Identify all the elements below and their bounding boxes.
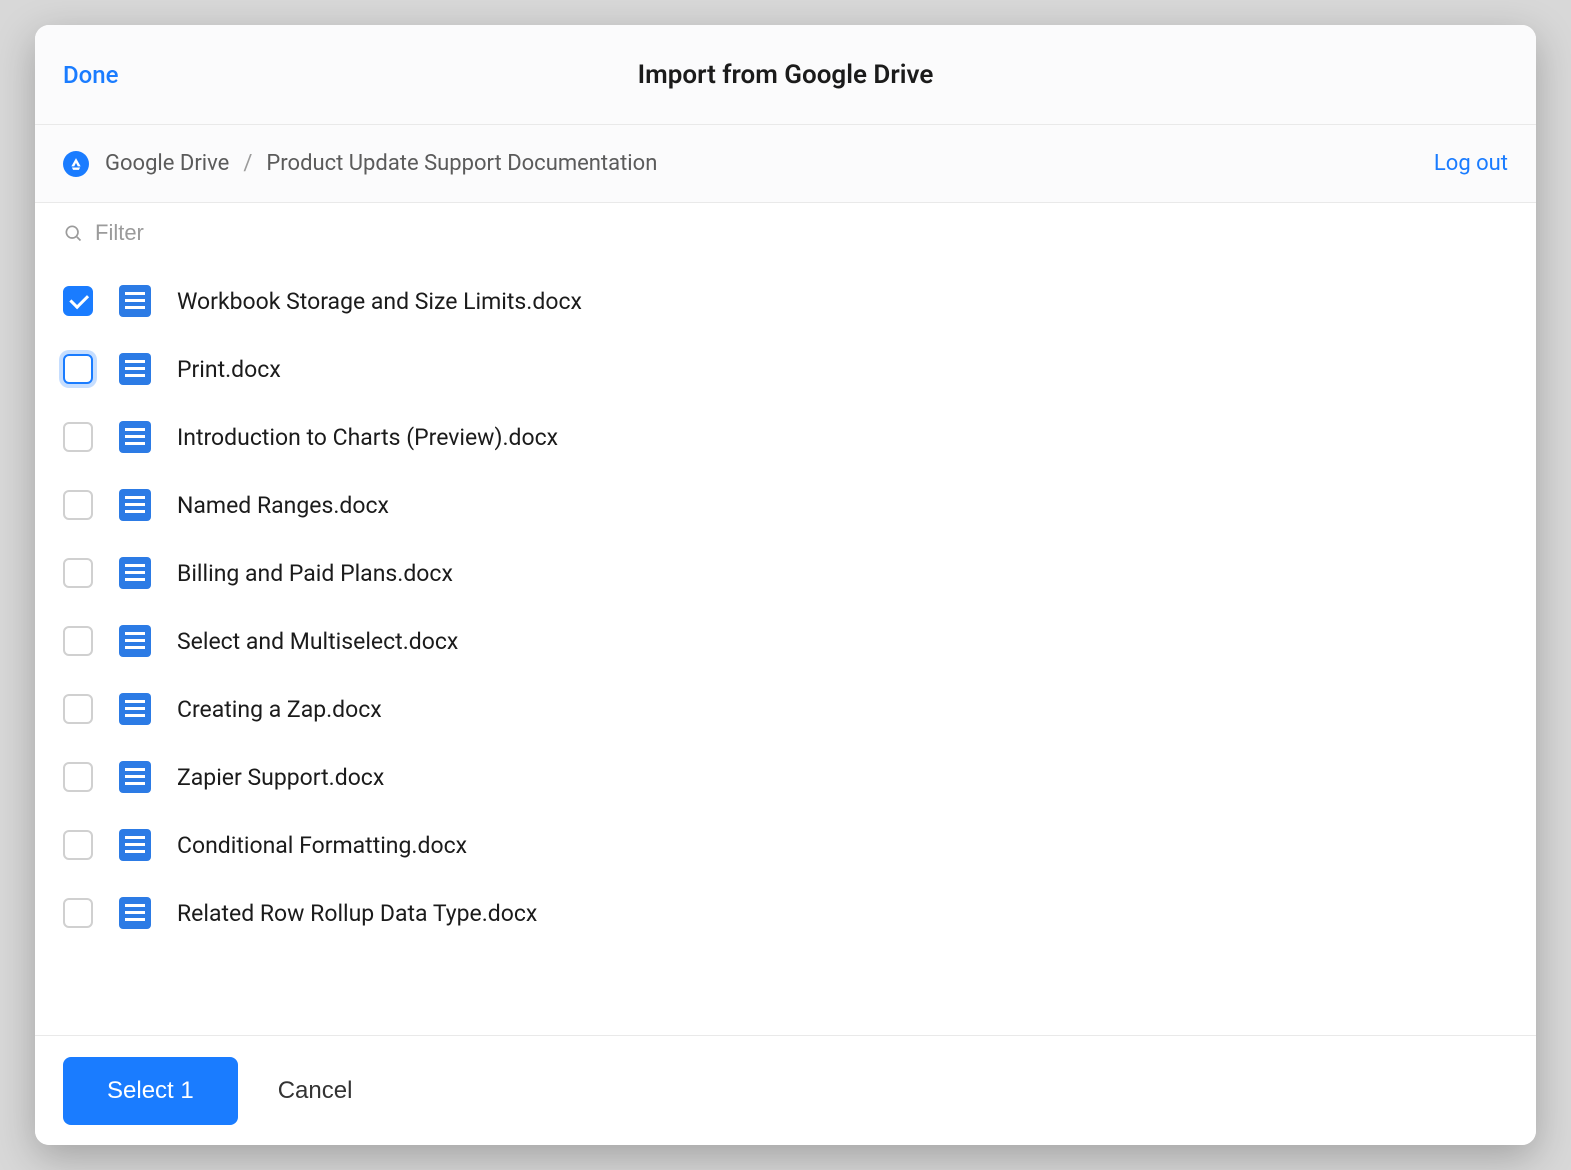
file-row[interactable]: Related Row Rollup Data Type.docx — [35, 879, 1536, 947]
filter-input[interactable] — [95, 220, 1508, 246]
file-checkbox[interactable] — [63, 286, 93, 316]
file-name: Related Row Rollup Data Type.docx — [177, 900, 537, 927]
file-name: Workbook Storage and Size Limits.docx — [177, 288, 582, 315]
select-button[interactable]: Select 1 — [63, 1057, 238, 1125]
document-icon — [119, 761, 151, 793]
modal-header: Done Import from Google Drive — [35, 25, 1536, 125]
file-name: Print.docx — [177, 356, 281, 383]
file-checkbox[interactable] — [63, 626, 93, 656]
logout-link[interactable]: Log out — [1434, 151, 1508, 176]
file-name: Select and Multiselect.docx — [177, 628, 458, 655]
modal-footer: Select 1 Cancel — [35, 1035, 1536, 1145]
file-name: Billing and Paid Plans.docx — [177, 560, 453, 587]
file-checkbox[interactable] — [63, 422, 93, 452]
file-checkbox[interactable] — [63, 490, 93, 520]
document-icon — [119, 625, 151, 657]
filter-bar — [35, 203, 1536, 263]
file-row[interactable]: Workbook Storage and Size Limits.docx — [35, 267, 1536, 335]
breadcrumb-separator: / — [243, 151, 252, 176]
file-checkbox[interactable] — [63, 694, 93, 724]
file-list[interactable]: Workbook Storage and Size Limits.docx Pri… — [35, 263, 1536, 1035]
document-icon — [119, 489, 151, 521]
breadcrumb-bar: Google Drive / Product Update Support Do… — [35, 125, 1536, 203]
document-icon — [119, 421, 151, 453]
file-row[interactable]: Creating a Zap.docx — [35, 675, 1536, 743]
file-name: Conditional Formatting.docx — [177, 832, 467, 859]
cancel-button[interactable]: Cancel — [278, 1077, 353, 1105]
file-row[interactable]: Conditional Formatting.docx — [35, 811, 1536, 879]
file-checkbox[interactable] — [63, 830, 93, 860]
modal-title: Import from Google Drive — [638, 60, 934, 90]
file-row[interactable]: Zapier Support.docx — [35, 743, 1536, 811]
file-row[interactable]: Print.docx — [35, 335, 1536, 403]
document-icon — [119, 693, 151, 725]
document-icon — [119, 285, 151, 317]
document-icon — [119, 897, 151, 929]
import-modal: Done Import from Google Drive Google Dri… — [35, 25, 1536, 1145]
file-name: Creating a Zap.docx — [177, 696, 382, 723]
file-checkbox[interactable] — [63, 762, 93, 792]
breadcrumb-root[interactable]: Google Drive — [105, 151, 229, 176]
google-drive-icon — [63, 151, 89, 177]
document-icon — [119, 557, 151, 589]
done-button[interactable]: Done — [63, 61, 119, 89]
file-checkbox[interactable] — [63, 558, 93, 588]
file-checkbox[interactable] — [63, 354, 93, 384]
file-name: Zapier Support.docx — [177, 764, 384, 791]
file-row[interactable]: Select and Multiselect.docx — [35, 607, 1536, 675]
file-checkbox[interactable] — [63, 898, 93, 928]
file-row[interactable]: Introduction to Charts (Preview).docx — [35, 403, 1536, 471]
file-name: Named Ranges.docx — [177, 492, 389, 519]
file-row[interactable]: Billing and Paid Plans.docx — [35, 539, 1536, 607]
document-icon — [119, 353, 151, 385]
document-icon — [119, 829, 151, 861]
breadcrumb-current: Product Update Support Documentation — [266, 151, 657, 176]
search-icon — [63, 223, 83, 243]
file-row[interactable]: Named Ranges.docx — [35, 471, 1536, 539]
file-name: Introduction to Charts (Preview).docx — [177, 424, 558, 451]
